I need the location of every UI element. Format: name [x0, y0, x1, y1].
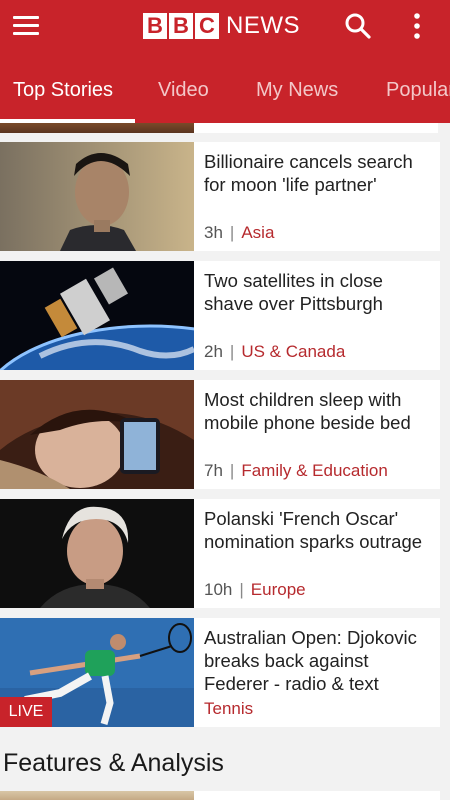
story-headline: Two satellites in close shave over Pitts… [204, 270, 383, 314]
story-topic-link[interactable]: US & Canada [241, 342, 345, 361]
story-headline: Most children sleep with mobile phone be… [204, 389, 411, 433]
story-card-live[interactable]: LIVE Australian Open: Djokovic breaks ba… [0, 618, 440, 727]
logo-word: NEWS [226, 11, 300, 39]
feature-card-peek [194, 791, 440, 800]
story-card[interactable]: Billionaire cancels search for moon 'lif… [0, 142, 440, 251]
story-card[interactable]: Most children sleep with mobile phone be… [0, 380, 440, 489]
story-meta: Tennis [204, 699, 253, 719]
story-meta: 7h | Family & Education [204, 461, 388, 480]
feature-thumbnail-peek [0, 791, 194, 800]
tab-my-news[interactable]: My News [256, 79, 338, 102]
bbc-news-logo: B B C NEWS [143, 12, 300, 39]
menu-icon[interactable] [13, 16, 39, 36]
story-card[interactable]: Polanski 'French Oscar' nomination spark… [0, 499, 440, 608]
section-heading-features: Features & Analysis [3, 749, 224, 777]
previous-story-peek [0, 123, 438, 133]
story-thumbnail [0, 499, 194, 608]
tab-video[interactable]: Video [158, 79, 209, 102]
tab-top-stories[interactable]: Top Stories [13, 79, 113, 102]
story-thumbnail [0, 123, 194, 133]
story-thumbnail [0, 142, 194, 251]
search-icon[interactable] [344, 12, 372, 40]
story-meta: 3h | Asia [204, 223, 275, 242]
story-topic-link[interactable]: Asia [241, 223, 274, 242]
tab-popular[interactable]: Popular [386, 79, 450, 102]
story-headline: Australian Open: Djokovic breaks back ag… [204, 627, 417, 694]
story-age: 2h [204, 342, 223, 361]
logo-letter: B [169, 12, 193, 39]
story-topic-link[interactable]: Tennis [204, 699, 253, 718]
story-meta: 2h | US & Canada [204, 342, 346, 361]
logo-letter: B [143, 12, 167, 39]
story-feed[interactable]: Billionaire cancels search for moon 'lif… [0, 123, 450, 800]
app-bar: B B C NEWS Top Stories Video My News Pop… [0, 0, 450, 123]
more-vertical-icon[interactable] [404, 12, 430, 40]
story-headline: Polanski 'French Oscar' nomination spark… [204, 508, 423, 552]
story-thumbnail [0, 380, 194, 489]
story-thumbnail: LIVE [0, 618, 194, 727]
story-meta: 10h | Europe [204, 580, 306, 599]
logo-letter: C [195, 12, 219, 39]
story-topic-link[interactable]: Europe [251, 580, 306, 599]
story-topic-link[interactable]: Family & Education [241, 461, 387, 480]
story-age: 10h [204, 580, 233, 599]
toolbar: B B C NEWS [0, 0, 450, 52]
live-badge: LIVE [0, 697, 52, 727]
story-age: 7h [204, 461, 223, 480]
story-thumbnail [0, 261, 194, 370]
story-card[interactable]: Two satellites in close shave over Pitts… [0, 261, 440, 370]
story-headline: Billionaire cancels search for moon 'lif… [204, 151, 413, 195]
story-age: 3h [204, 223, 223, 242]
section-tabs: Top Stories Video My News Popular [0, 70, 450, 123]
